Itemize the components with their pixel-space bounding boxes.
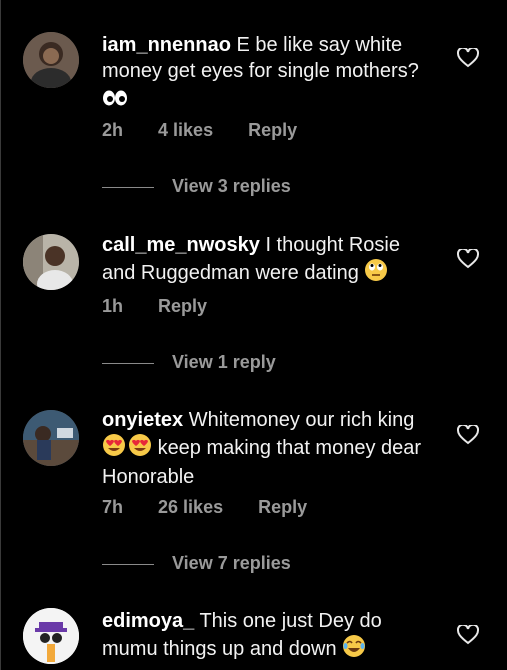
comment-username[interactable]: edimoya_ bbox=[102, 610, 194, 632]
view-replies-label: View 3 replies bbox=[172, 176, 291, 196]
view-replies-label: View 1 reply bbox=[172, 352, 276, 372]
view-replies-button[interactable]: View 1 reply bbox=[102, 352, 276, 373]
comment-time: 2h bbox=[102, 120, 124, 140]
comment-username[interactable]: call_me_nwosky bbox=[102, 234, 260, 256]
comment-likes[interactable]: 26 likes bbox=[158, 497, 223, 517]
comment-time: 7h bbox=[102, 497, 124, 517]
avatar[interactable] bbox=[23, 32, 79, 88]
heart-eyes-emoji-icon bbox=[102, 433, 152, 464]
replies-divider bbox=[102, 563, 154, 565]
replies-divider bbox=[102, 362, 154, 364]
view-replies-button[interactable]: View 7 replies bbox=[102, 553, 291, 574]
comment-username[interactable]: onyietex bbox=[102, 409, 183, 431]
reply-button[interactable]: Reply bbox=[248, 120, 297, 140]
replies-divider bbox=[102, 186, 154, 188]
like-heart-icon[interactable] bbox=[456, 623, 480, 645]
comment-text: edimoya_ This one just Dey do mumu thing… bbox=[102, 608, 432, 665]
comment-message-part-1: Whitemoney our rich king bbox=[188, 409, 415, 431]
comment-meta: 2h 4 likes Reply bbox=[102, 120, 327, 141]
view-replies-button[interactable]: View 3 replies bbox=[102, 176, 291, 197]
eyes-emoji-icon bbox=[102, 87, 128, 113]
like-heart-icon[interactable] bbox=[456, 247, 480, 269]
comment-time: 1h bbox=[102, 296, 124, 316]
reply-button[interactable]: Reply bbox=[258, 497, 307, 517]
comment-text: iam_nnennao E be like say white money ge… bbox=[102, 32, 432, 113]
comment-username[interactable]: iam_nnennao bbox=[102, 34, 231, 56]
avatar[interactable] bbox=[23, 234, 79, 290]
comment-meta: 1h Reply bbox=[102, 296, 237, 317]
view-replies-label: View 7 replies bbox=[172, 553, 291, 573]
like-heart-icon[interactable] bbox=[456, 423, 480, 445]
comment-text: call_me_nwosky I thought Rosie and Rugge… bbox=[102, 232, 432, 289]
reply-button[interactable]: Reply bbox=[158, 296, 207, 316]
comment-text: onyietex Whitemoney our rich king keep m… bbox=[102, 407, 432, 490]
tears-of-joy-emoji-icon bbox=[342, 634, 366, 665]
like-heart-icon[interactable] bbox=[456, 46, 480, 68]
rolling-eyes-emoji-icon bbox=[364, 258, 388, 289]
comment-meta: 7h 26 likes Reply bbox=[102, 497, 337, 518]
comments-screen: iam_nnennao E be like say white money ge… bbox=[0, 0, 507, 670]
avatar[interactable] bbox=[23, 410, 79, 466]
avatar[interactable] bbox=[23, 608, 79, 664]
comment-likes[interactable]: 4 likes bbox=[158, 120, 213, 140]
